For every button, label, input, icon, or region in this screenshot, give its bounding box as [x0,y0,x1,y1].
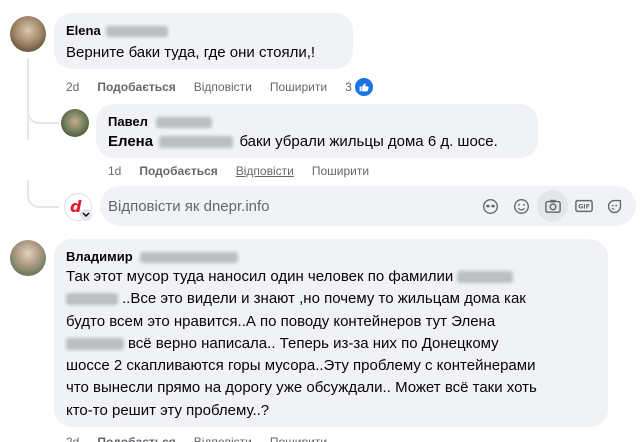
thread-connector [27,180,59,208]
comment-text: Так этот мусор туда наносил один человек… [66,268,537,419]
reply-button[interactable]: Відповісти [194,434,252,442]
avatar-sticker-icon[interactable] [475,190,506,222]
reply-button[interactable]: Відповісти [236,163,294,179]
share-button[interactable]: Поширити [270,434,327,442]
redacted-name [66,293,118,306]
redacted-mention [159,136,234,149]
comment-time[interactable]: 2d [66,434,79,442]
reply-composer: GIF [100,186,636,226]
svg-text:GIF: GIF [578,204,590,211]
reaction-count: 3 [345,80,352,94]
thread-connector [27,96,59,124]
comment-text: Елена баки убрали жильцы дома 6 д. шосе. [108,132,498,152]
like-button[interactable]: Подобається [97,434,175,442]
comment-text-body: баки убрали жильцы дома 6 д. шосе. [239,133,498,150]
comment-actions: 2d Подобається Відповісти Поширити 3 [66,78,391,96]
comment-bubble-elena: Elena Верните баки туда, где они стояли,… [54,13,353,69]
reply-button[interactable]: Відповісти [194,79,252,95]
mention-link[interactable]: Елена [108,133,153,150]
camera-icon[interactable] [537,190,568,222]
comment-time[interactable]: 2d [66,79,79,95]
like-button[interactable]: Подобається [97,79,175,95]
sticker-icon[interactable] [599,190,630,222]
avatar-elena[interactable] [10,16,46,52]
comment-actions: 1d Подобається Відповісти Поширити [108,163,387,179]
comment-bubble-pavel: Павел Елена баки убрали жильцы дома 6 д.… [96,104,538,158]
redacted-surname [106,26,169,38]
gif-icon[interactable]: GIF [568,190,599,222]
share-button[interactable]: Поширити [312,163,369,179]
like-button[interactable]: Подобається [139,163,217,179]
redacted-surname [155,117,212,129]
reply-input[interactable] [108,192,468,220]
comment-text: Верните баки туда, где они стояли,! [66,44,316,61]
redacted-name [66,337,124,350]
redacted-name [457,271,514,284]
comment-actions: 2d Подобається Відповісти Поширити [66,434,345,442]
comment-author[interactable]: Elena [66,23,169,39]
chevron-down-icon[interactable] [80,209,92,221]
share-button[interactable]: Поширити [270,79,327,95]
avatar-vladimir[interactable] [10,240,46,276]
comment-bubble-vladimir: Владимир Так этот мусор туда наносил оди… [54,239,608,427]
comment-author[interactable]: Владимир [66,249,239,265]
comment-author[interactable]: Павел [108,114,212,130]
avatar-pavel[interactable] [61,109,89,137]
composer-tools: GIF [475,190,630,222]
thumbs-up-icon [354,78,373,96]
reaction-summary[interactable]: 3 [345,78,391,96]
emoji-icon[interactable] [506,190,537,222]
redacted-surname [140,252,239,264]
comment-time[interactable]: 1d [108,163,121,179]
